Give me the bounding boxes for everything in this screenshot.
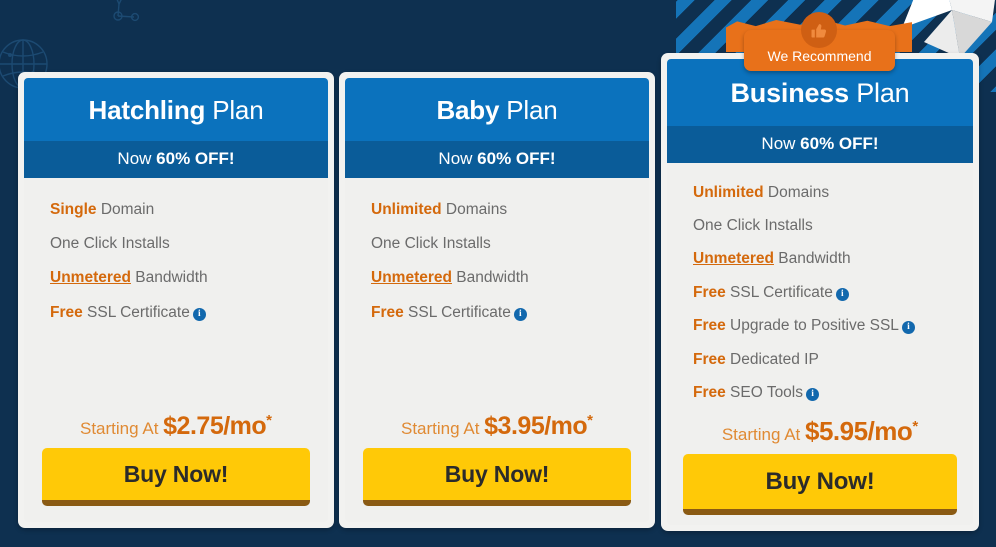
promo-prefix: Now: [438, 148, 478, 168]
plan-title-hatchling: Hatchling Plan: [24, 78, 328, 141]
promo-discount: 60% OFF!: [477, 148, 556, 168]
info-icon[interactable]: i: [192, 307, 206, 321]
feature-highlight: Free: [693, 350, 726, 368]
info-icon[interactable]: i: [806, 387, 820, 401]
feature-list-business: Unlimited Domains One Click Installs Unm…: [667, 163, 973, 417]
buy-now-button-business[interactable]: Buy Now!: [683, 454, 957, 516]
feature-list-baby: Unlimited Domains One Click Installs Unm…: [345, 178, 649, 412]
feature-item: Unlimited Domains: [693, 183, 947, 202]
feature-item: Free SSL Certificate i: [50, 303, 302, 322]
promo-bar-baby: Now 60% OFF!: [345, 140, 649, 178]
feature-highlight: Single: [50, 200, 97, 218]
price-asterisk: *: [587, 412, 594, 429]
price-value: $5.95/mo: [805, 416, 913, 447]
we-recommend-label: We Recommend: [767, 48, 872, 64]
plan-card-baby[interactable]: Baby Plan Now 60% OFF! Unlimited Domains…: [339, 72, 655, 528]
info-icon[interactable]: i: [835, 287, 849, 301]
plan-card-business[interactable]: Business Plan Now 60% OFF! Unlimited Dom…: [661, 53, 979, 531]
price-prefix: Starting At: [400, 419, 485, 438]
feature-item: One Click Installs: [371, 234, 623, 253]
feature-item: One Click Installs: [693, 216, 947, 235]
feature-text: Dedicated IP: [725, 350, 819, 368]
feature-highlight: Free: [693, 283, 726, 301]
feature-text: Bandwidth: [130, 269, 208, 287]
promo-discount: 60% OFF!: [800, 133, 879, 153]
feature-highlight: Unmetered: [50, 269, 131, 287]
buy-now-button-baby[interactable]: Buy Now!: [363, 448, 631, 506]
price-prefix: Starting At: [79, 419, 164, 438]
feature-highlight: Unlimited: [693, 183, 764, 201]
price-row-hatchling: Starting At $2.75/mo*: [24, 412, 328, 448]
plan-title-baby: Baby Plan: [345, 78, 649, 141]
price-row-business: Starting At $5.95/mo*: [667, 416, 973, 454]
plan-name-bold: Hatchling: [88, 95, 206, 125]
feature-highlight: Free: [50, 303, 83, 321]
price-asterisk: *: [912, 418, 919, 436]
feature-highlight: Free: [371, 303, 404, 321]
promo-prefix: Now: [761, 133, 801, 153]
info-icon[interactable]: i: [901, 321, 915, 335]
plan-name-light: Plan: [212, 95, 264, 125]
feature-text: SSL Certificate: [725, 283, 833, 301]
plan-name-light: Plan: [856, 78, 910, 108]
feature-item: Unmetered Bandwidth: [50, 268, 302, 287]
price-prefix: Starting At: [721, 425, 806, 445]
price-row-baby: Starting At $3.95/mo*: [345, 412, 649, 448]
feature-text: SSL Certificate: [82, 303, 190, 321]
price-asterisk: *: [266, 412, 273, 429]
feature-text: One Click Installs: [693, 217, 813, 235]
feature-text: Bandwidth: [773, 250, 851, 268]
feature-highlight: Free: [693, 317, 726, 335]
promo-bar-hatchling: Now 60% OFF!: [24, 140, 328, 178]
feature-item: One Click Installs: [50, 234, 302, 253]
price-value: $3.95/mo: [484, 412, 588, 440]
feature-text: SEO Tools: [725, 383, 804, 401]
feature-highlight: Unlimited: [371, 200, 442, 218]
plan-card-hatchling[interactable]: Hatchling Plan Now 60% OFF! Single Domai…: [18, 72, 334, 528]
feature-item: Unlimited Domains: [371, 200, 623, 219]
price-value: $2.75/mo: [163, 412, 267, 440]
feature-text: Bandwidth: [451, 269, 529, 287]
plan-name-bold: Business: [730, 78, 849, 108]
feature-text: One Click Installs: [371, 234, 491, 252]
pricing-plans: Hatchling Plan Now 60% OFF! Single Domai…: [0, 0, 996, 547]
feature-text: Domains: [763, 183, 830, 201]
feature-text: Domain: [96, 200, 155, 218]
feature-item: Free SSL Certificate i: [693, 283, 947, 302]
feature-text: Domains: [441, 200, 508, 218]
feature-item: Free Upgrade to Positive SSL i: [693, 316, 947, 335]
feature-item: Single Domain: [50, 200, 302, 219]
promo-discount: 60% OFF!: [156, 148, 235, 168]
feature-highlight: Unmetered: [693, 250, 774, 268]
feature-highlight: Unmetered: [371, 269, 452, 287]
promo-bar-business: Now 60% OFF!: [667, 125, 973, 163]
feature-text: One Click Installs: [50, 234, 170, 252]
promo-prefix: Now: [117, 148, 157, 168]
plan-name-light: Plan: [506, 95, 558, 125]
feature-item: Free SEO Tools i: [693, 383, 947, 402]
buy-now-button-hatchling[interactable]: Buy Now!: [42, 448, 310, 506]
feature-item: Free SSL Certificate i: [371, 303, 623, 322]
thumbs-up-icon: [801, 12, 837, 48]
plan-name-bold: Baby: [436, 95, 500, 125]
feature-item: Unmetered Bandwidth: [371, 268, 623, 287]
feature-list-hatchling: Single Domain One Click Installs Unmeter…: [24, 178, 328, 412]
feature-item: Free Dedicated IP: [693, 350, 947, 369]
feature-item: Unmetered Bandwidth: [693, 249, 947, 268]
feature-highlight: Free: [693, 383, 726, 401]
feature-text: SSL Certificate: [403, 303, 511, 321]
info-icon[interactable]: i: [513, 307, 527, 321]
feature-text: Upgrade to Positive SSL: [725, 317, 899, 335]
